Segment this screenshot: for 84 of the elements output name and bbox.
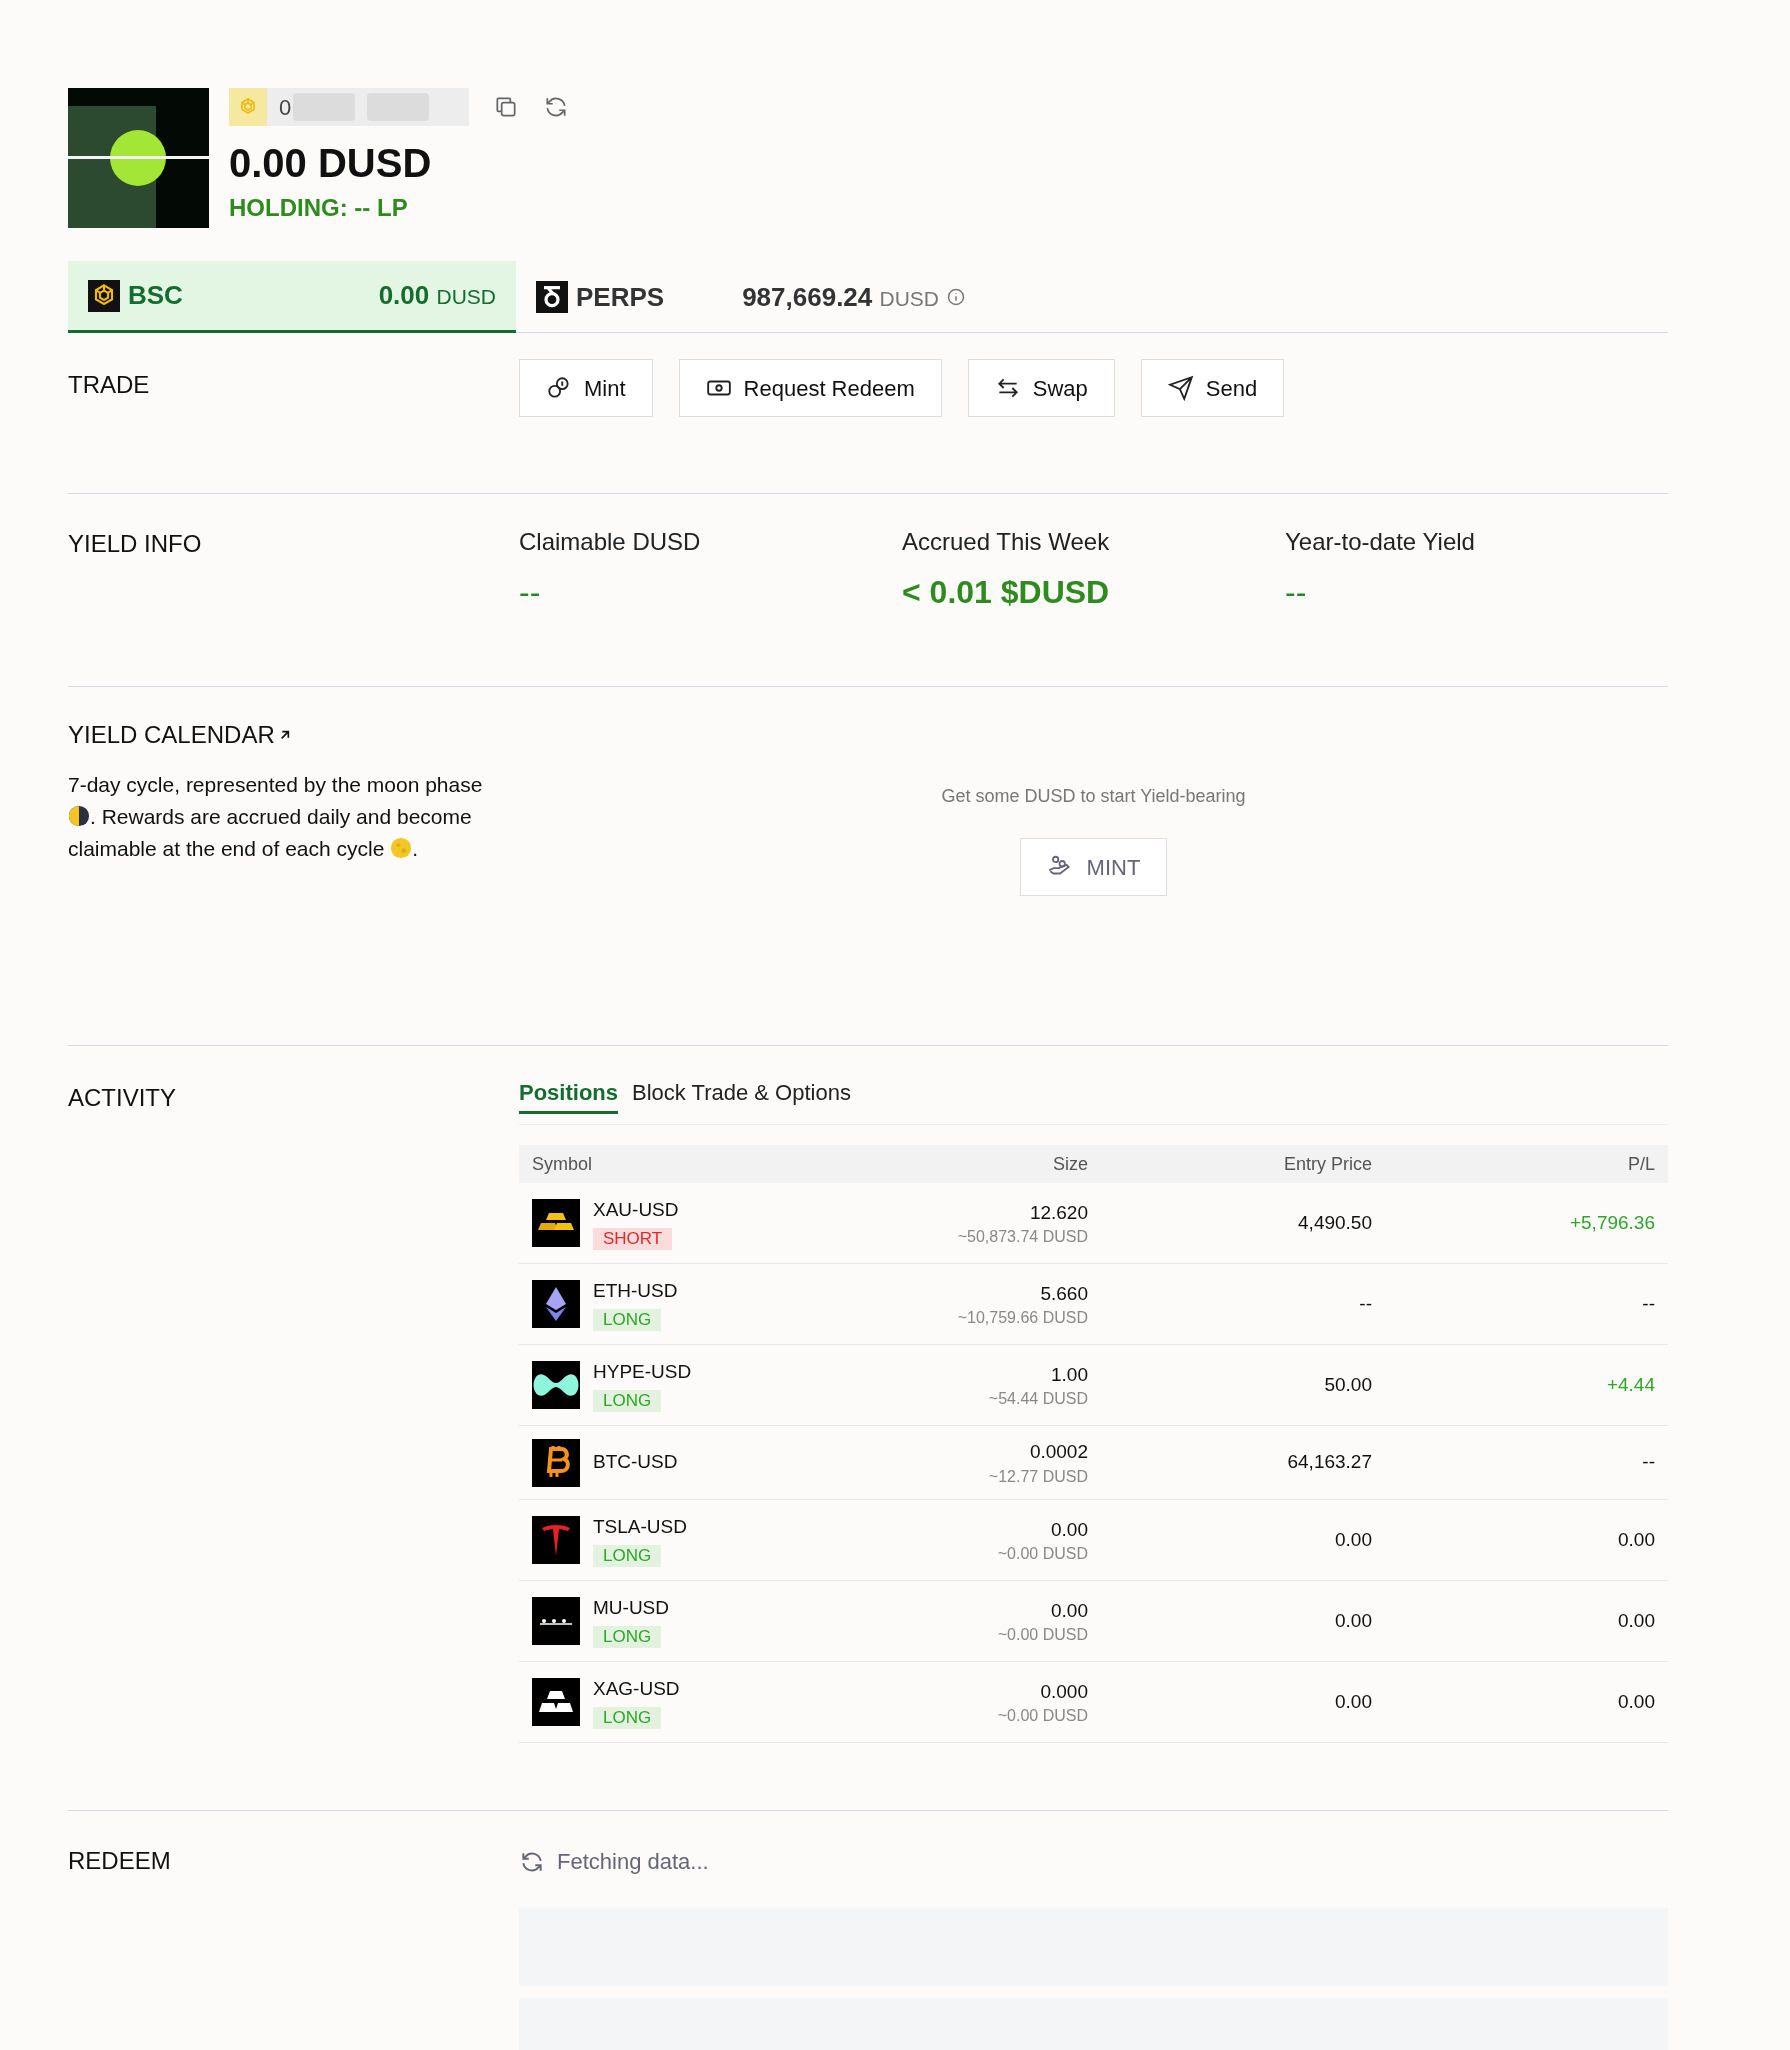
size-value-text: ~0.00 DUSD (997, 1625, 1088, 1646)
send-icon (1167, 375, 1194, 401)
half-moon-icon (68, 805, 90, 827)
holding-text: HOLDING: -- LP (229, 193, 409, 223)
address-text: 0 (279, 93, 292, 122)
trade-button[interactable]: Swap (967, 359, 1115, 417)
copy-icon[interactable] (493, 94, 519, 120)
entry-price-cell-text: 0.00 (1334, 1527, 1372, 1552)
status-text: Fetching data... (557, 1848, 709, 1876)
stat-label: Accrued This Week (902, 527, 1111, 557)
size-value-text: ~12.77 DUSD (988, 1466, 1088, 1487)
full-moon-icon (390, 837, 413, 859)
pl-cell-text: +5,796.36 (1568, 1210, 1655, 1235)
pl-cell-text: 0.00 (1617, 1608, 1655, 1633)
entry-price-cell-text: 0.00 (1334, 1689, 1372, 1714)
shape-icon (532, 1361, 580, 1409)
section-title: YIELD INFO (68, 529, 203, 559)
stat-value: -- (1285, 573, 1308, 612)
empty-message: Get some DUSD to start Yield-bearing (941, 785, 1246, 808)
column-header: Size (1052, 1152, 1088, 1176)
size-text: 1.00 (1051, 1362, 1088, 1387)
bitcoin-icon (532, 1438, 580, 1487)
size-text: 0.00 (1051, 1517, 1088, 1542)
side-badge: LONG (593, 1309, 662, 1332)
size-text: 0.000 (1040, 1679, 1088, 1704)
column-header: P/L (1626, 1152, 1655, 1176)
info-icon[interactable] (947, 288, 966, 306)
pl-cell-text: -- (1641, 1450, 1655, 1475)
size-text: 5.660 (1040, 1281, 1088, 1306)
description-text: 7-day cycle, represented by the moon phase . Rewards are accrued daily and become claimable at the end of each cycle . (68, 772, 484, 862)
perps-icon (536, 281, 568, 313)
stat-value: -- (519, 573, 542, 612)
side-badge: LONG (593, 1545, 662, 1568)
trade-button[interactable]: Send (1140, 359, 1285, 417)
coins-icon (546, 375, 572, 401)
entry-price-cell-text: 4,490.50 (1297, 1210, 1372, 1235)
trade-button[interactable]: Mint (519, 359, 653, 417)
symbol-text: BTC-USD (593, 1450, 678, 1475)
t-logo-icon (532, 1516, 580, 1564)
size-value-text: ~50,873.74 DUSD (957, 1227, 1088, 1248)
activity-tab[interactable]: Positions (519, 1076, 618, 1114)
symbol-text: XAG-USD (593, 1676, 680, 1701)
stat-label: Year-to-date Yield (1285, 527, 1476, 557)
pl-cell-text: 0.00 (1617, 1527, 1655, 1552)
column-header: Entry Price (1282, 1152, 1372, 1176)
size-text: 0.00 (1051, 1598, 1088, 1623)
size-value-text: ~10,759.66 DUSD (957, 1308, 1088, 1329)
entry-price-cell-text: -- (1358, 1291, 1372, 1316)
column-header: Symbol (532, 1152, 594, 1176)
size-text: 12.620 (1029, 1200, 1088, 1225)
stat-label: Claimable DUSD (519, 527, 702, 557)
trade-button[interactable]: Request Redeem (678, 359, 942, 417)
chain-tab[interactable]: PERPS 987,669.24 DUSD (516, 261, 986, 333)
entry-price-cell-text: 64,163.27 (1286, 1450, 1372, 1475)
size-value-text: ~0.00 DUSD (997, 1706, 1088, 1727)
entry-price-cell-text: 0.00 (1334, 1608, 1372, 1633)
section-title: ACTIVITY (68, 1083, 177, 1113)
symbol-text: MU-USD (593, 1595, 669, 1620)
side-badge: LONG (593, 1626, 662, 1649)
ingots-icon (532, 1199, 580, 1247)
pl-cell-text: 0.00 (1617, 1689, 1655, 1714)
chain-tab[interactable]: BSC 0.00 DUSD (68, 261, 516, 333)
symbol-text: HYPE-USD (593, 1359, 692, 1384)
stat-value: < 0.01 $DUSD (902, 573, 1111, 612)
pl-cell-text: +4.44 (1605, 1372, 1655, 1397)
balance-text: 0.00 DUSD (229, 140, 433, 187)
side-badge: LONG (593, 1707, 662, 1730)
section-title: YIELD CALENDAR (68, 720, 275, 750)
section-title: REDEEM (68, 1847, 171, 1874)
bnb-icon (88, 279, 120, 312)
bars-icon (532, 1678, 580, 1726)
symbol-text: ETH-USD (593, 1278, 678, 1303)
side-badge: SHORT (593, 1228, 673, 1251)
activity-tab[interactable]: Block Trade & Options (632, 1076, 851, 1114)
size-value-text: ~0.00 DUSD (997, 1544, 1088, 1565)
entry-price-cell-text: 50.00 (1323, 1372, 1372, 1397)
side-badge: LONG (593, 1390, 662, 1413)
symbol-text: XAU-USD (593, 1197, 679, 1222)
mint-button[interactable]: MINT (1019, 838, 1168, 896)
size-value-text: ~54.44 DUSD (988, 1389, 1088, 1410)
symbol-text: TSLA-USD (593, 1514, 687, 1539)
section-title: TRADE (68, 370, 151, 400)
pl-cell-text: -- (1641, 1291, 1655, 1316)
size-text: 0.0002 (1029, 1440, 1088, 1465)
